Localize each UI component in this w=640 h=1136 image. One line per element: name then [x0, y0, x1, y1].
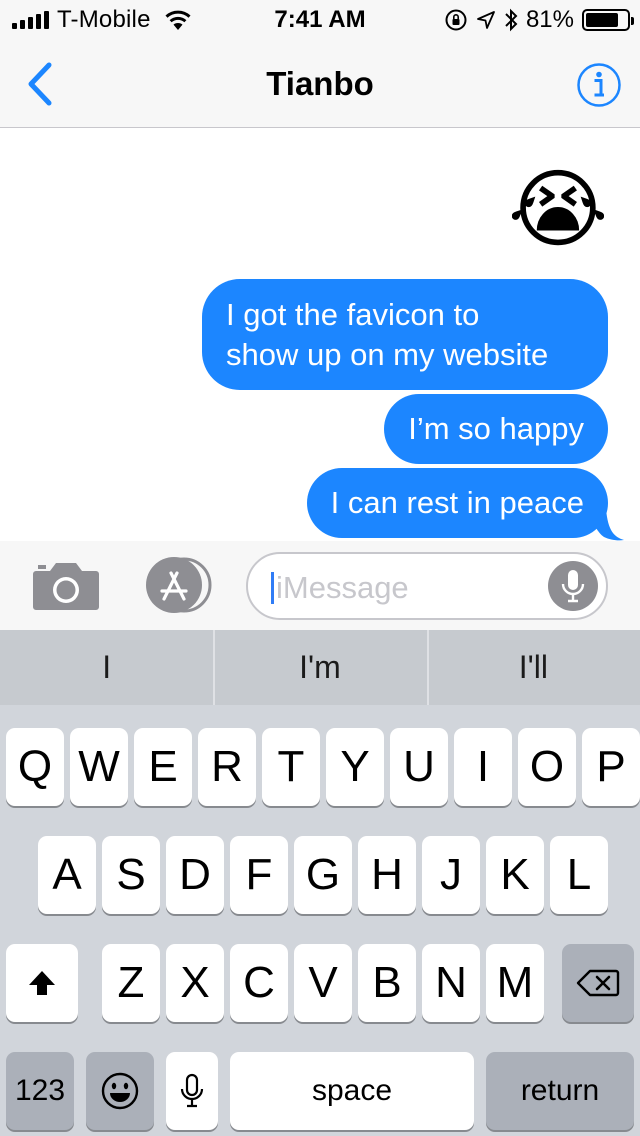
message-line: I got the favicon to [226, 297, 480, 332]
crying-face-emoji-message[interactable]: 😭 [512, 159, 604, 251]
signal-bars-icon [12, 11, 49, 29]
key-f[interactable]: F [230, 836, 288, 914]
battery-icon [582, 9, 634, 31]
navigation-bar: Tianbo [0, 40, 640, 128]
wifi-icon [165, 10, 191, 30]
key-t[interactable]: T [262, 728, 320, 806]
carrier-name: T-Mobile [57, 6, 151, 33]
key-o[interactable]: O [518, 728, 576, 806]
key-m[interactable]: M [486, 944, 544, 1022]
text-cursor [271, 572, 274, 604]
message-bubble-3[interactable]: I can rest in peace [306, 468, 608, 538]
key-i[interactable]: I [454, 728, 512, 806]
microphone-button[interactable] [548, 561, 598, 611]
keyboard: I I'm I'll Q W E R T Y U I O P A S D F G… [0, 630, 640, 1136]
numbers-key[interactable]: 123 [6, 1052, 74, 1130]
message-thread: 😭 I got the favicon to show up on my web… [0, 129, 640, 541]
key-u[interactable]: U [390, 728, 448, 806]
key-b[interactable]: B [358, 944, 416, 1022]
key-c[interactable]: C [230, 944, 288, 1022]
message-line: I can rest in peace [330, 485, 584, 520]
key-z[interactable]: Z [102, 944, 160, 1022]
message-bubble-2[interactable]: I’m so happy [384, 394, 608, 464]
predictive-text-bar: I I'm I'll [0, 630, 640, 705]
key-n[interactable]: N [422, 944, 480, 1022]
return-key[interactable]: return [486, 1052, 634, 1130]
key-p[interactable]: P [582, 728, 640, 806]
bluetooth-icon [505, 8, 518, 32]
key-k[interactable]: K [486, 836, 544, 914]
key-v[interactable]: V [294, 944, 352, 1022]
app-store-icon[interactable] [138, 555, 214, 615]
shift-arrow-icon [29, 971, 55, 995]
imessage-input[interactable]: iMessage [246, 552, 608, 620]
backspace-icon [576, 969, 620, 997]
battery-percentage: 81% [525, 6, 574, 33]
emoji-face-icon [101, 1072, 139, 1110]
key-l[interactable]: L [550, 836, 608, 914]
key-q[interactable]: Q [6, 728, 64, 806]
key-y[interactable]: Y [326, 728, 384, 806]
contact-name-title[interactable]: Tianbo [0, 64, 640, 104]
microphone-icon [180, 1073, 204, 1108]
input-placeholder: iMessage [276, 570, 409, 605]
battery-level-fill [586, 13, 619, 27]
emoji-key[interactable] [86, 1052, 154, 1130]
key-s[interactable]: S [102, 836, 160, 914]
emoji-glyph: 😭 [512, 162, 604, 251]
key-a[interactable]: A [38, 836, 96, 914]
orientation-lock-icon [445, 9, 467, 31]
prediction-3[interactable]: I'll [426, 630, 640, 705]
message-bubble-1[interactable]: I got the favicon to show up on my websi… [202, 279, 608, 390]
info-icon[interactable] [576, 62, 622, 108]
key-h[interactable]: H [358, 836, 416, 914]
message-line: I’m so happy [408, 411, 584, 446]
dictation-key[interactable] [166, 1052, 218, 1130]
status-bar: T-Mobile 7:41 AM 81% [0, 0, 640, 40]
key-r[interactable]: R [198, 728, 256, 806]
key-w[interactable]: W [70, 728, 128, 806]
camera-icon[interactable] [32, 559, 100, 611]
delete-key[interactable] [562, 944, 634, 1022]
compose-bar: iMessage [0, 541, 640, 630]
key-g[interactable]: G [294, 836, 352, 914]
space-key[interactable]: space [230, 1052, 474, 1130]
microphone-icon [561, 570, 585, 603]
prediction-1[interactable]: I [0, 630, 213, 705]
prediction-2[interactable]: I'm [213, 630, 426, 705]
message-line: show up on my website [226, 337, 549, 372]
shift-key[interactable] [6, 944, 78, 1022]
key-e[interactable]: E [134, 728, 192, 806]
bubble-tail [590, 509, 624, 541]
location-arrow-icon [477, 11, 495, 29]
key-x[interactable]: X [166, 944, 224, 1022]
key-d[interactable]: D [166, 836, 224, 914]
key-j[interactable]: J [422, 836, 480, 914]
